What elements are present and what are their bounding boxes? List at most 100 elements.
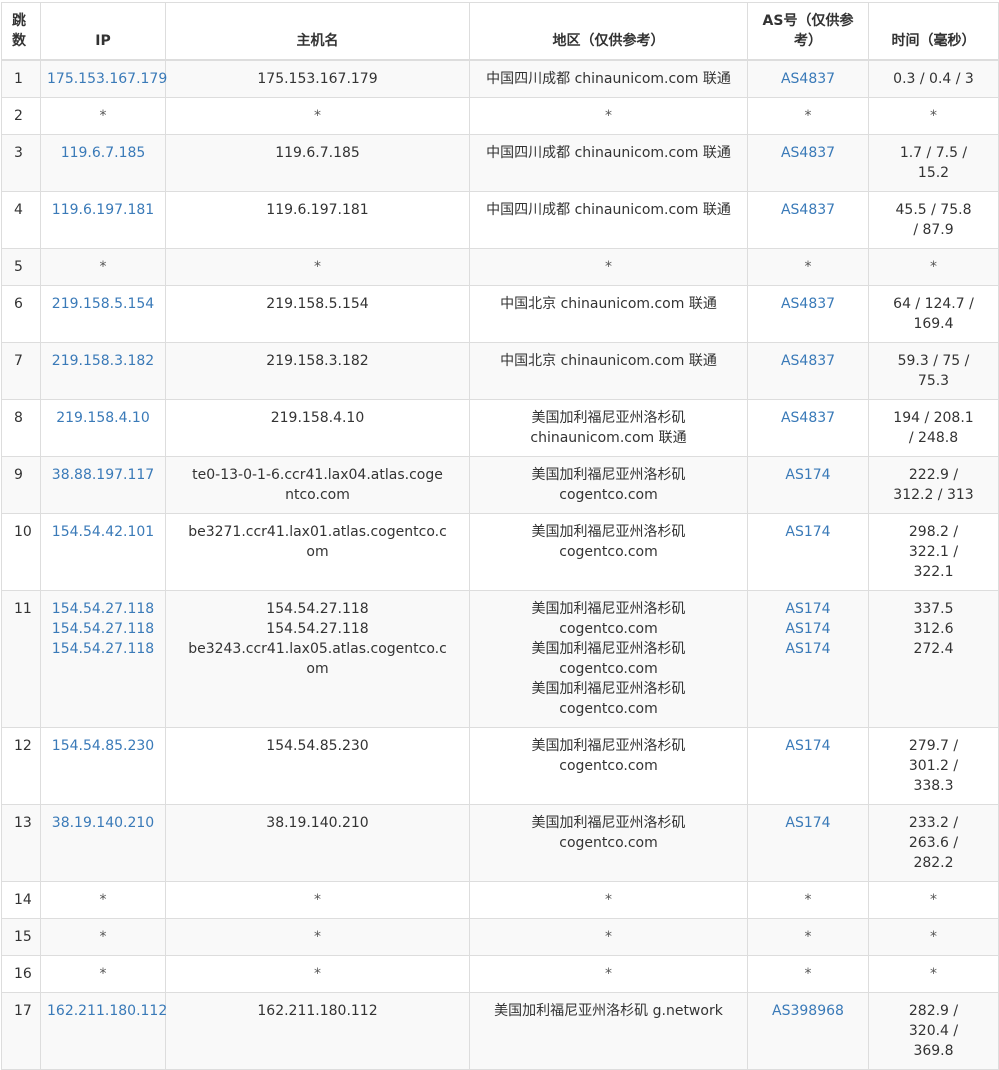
cell-time: 233.2 / 263.6 / 282.2 bbox=[868, 804, 999, 882]
cell-as-text[interactable]: AS174 bbox=[754, 599, 862, 619]
cell-ip-text[interactable]: 119.6.197.181 bbox=[47, 200, 159, 220]
cell-time: 59.3 / 75 / 75.3 bbox=[868, 342, 999, 400]
cell-as: * bbox=[747, 955, 869, 993]
cell-time-text: 298.2 / 322.1 / 322.1 bbox=[908, 524, 959, 580]
cell-ip: * bbox=[40, 248, 166, 286]
traceroute-table: 跳数 IP 主机名 地区（仅供参考） AS号（仅供参考） 时间（毫秒） 1 175… bbox=[1, 2, 999, 1070]
cell-region: 中国四川成都 chinaunicom.com 联通 bbox=[469, 59, 748, 98]
cell-as-text[interactable]: AS4837 bbox=[754, 200, 862, 220]
cell-time: * bbox=[868, 97, 999, 135]
cell-hostname-text: * bbox=[314, 966, 321, 982]
cell-ip-text[interactable]: 219.158.4.10 bbox=[47, 408, 159, 428]
cell-as-text[interactable]: AS4837 bbox=[754, 69, 862, 89]
cell-time: * bbox=[868, 881, 999, 919]
table-row: 6 219.158.5.154 219.158.5.154 中国北京 chinauni… bbox=[1, 285, 999, 343]
cell-region: * bbox=[469, 97, 748, 135]
cell-hostname: 38.19.140.210 bbox=[165, 804, 470, 882]
cell-ip: 154.54.27.118 154.54.27.118 154.54.27.118 bbox=[40, 590, 166, 728]
cell-as-text[interactable]: AS174 bbox=[754, 639, 862, 659]
cell-as: AS4837 bbox=[747, 59, 869, 98]
cell-ip: * bbox=[40, 881, 166, 919]
cell-as-text[interactable]: AS174 bbox=[754, 465, 862, 485]
cell-hostname-text: * bbox=[314, 929, 321, 945]
cell-time-text: 64 / 124.7 / 169.4 bbox=[893, 296, 974, 332]
cell-as: AS4837 bbox=[747, 399, 869, 457]
cell-time-text: 59.3 / 75 / 75.3 bbox=[897, 353, 970, 389]
cell-hostname-text: be3243.ccr41.lax05.atlas.cogentco.com bbox=[188, 641, 447, 677]
cell-hostname-text: 175.153.167.179 bbox=[257, 71, 378, 87]
table-row: 3 119.6.7.185 119.6.7.185 中国四川成都 chinaunico… bbox=[1, 134, 999, 192]
cell-region: * bbox=[469, 955, 748, 993]
cell-ip-text: * bbox=[99, 108, 107, 124]
cell-hop-text: 13 bbox=[14, 815, 32, 831]
cell-as-text[interactable]: AS398968 bbox=[754, 1001, 862, 1021]
cell-as: AS4837 bbox=[747, 342, 869, 400]
cell-hop: 11 bbox=[1, 590, 41, 728]
cell-as-text[interactable]: AS4837 bbox=[754, 351, 862, 371]
cell-hop: 5 bbox=[1, 248, 41, 286]
cell-as-text[interactable]: AS4837 bbox=[754, 143, 862, 163]
cell-ip: * bbox=[40, 955, 166, 993]
cell-region-text: 美国加利福尼亚州洛杉矶 cogentco.com bbox=[531, 815, 686, 851]
cell-as-text[interactable]: AS174 bbox=[754, 619, 862, 639]
cell-ip-text: * bbox=[99, 929, 107, 945]
cell-time: * bbox=[868, 918, 999, 956]
table-row: 5 * * * * * bbox=[1, 248, 999, 286]
cell-region-text: 美国加利福尼亚州洛杉矶 cogentco.com bbox=[531, 641, 686, 677]
cell-as-text[interactable]: AS174 bbox=[754, 736, 862, 756]
cell-hostname: 154.54.27.118 154.54.27.118 be3243.ccr41.l… bbox=[165, 590, 470, 728]
cell-hop-text: 9 bbox=[14, 467, 23, 483]
cell-time: 1.7 / 7.5 / 15.2 bbox=[868, 134, 999, 192]
cell-region-text: 美国加利福尼亚州洛杉矶 cogentco.com bbox=[531, 601, 686, 637]
cell-ip-text[interactable]: 154.54.85.230 bbox=[47, 736, 159, 756]
cell-ip-text[interactable]: 119.6.7.185 bbox=[47, 143, 159, 163]
cell-time: * bbox=[868, 955, 999, 993]
cell-ip-text[interactable]: 175.153.167.179 bbox=[47, 69, 167, 89]
cell-time-text: 0.3 / 0.4 / 3 bbox=[893, 71, 974, 87]
table-row: 12 154.54.85.230 154.54.85.230 美国加利福尼亚州洛杉矶 … bbox=[1, 727, 999, 805]
cell-hop-text: 11 bbox=[14, 601, 32, 617]
cell-time-text: * bbox=[930, 966, 937, 982]
cell-region: 中国四川成都 chinaunicom.com 联通 bbox=[469, 191, 748, 249]
cell-ip: 154.54.85.230 bbox=[40, 727, 166, 805]
cell-ip-text[interactable]: 162.211.180.112 bbox=[47, 1001, 167, 1021]
cell-hostname-text: * bbox=[314, 892, 321, 908]
cell-region-text: 中国四川成都 chinaunicom.com 联通 bbox=[486, 202, 731, 218]
cell-ip: 219.158.5.154 bbox=[40, 285, 166, 343]
cell-as-text[interactable]: AS174 bbox=[754, 522, 862, 542]
cell-hostname: * bbox=[165, 248, 470, 286]
cell-ip-text[interactable]: 154.54.27.118 bbox=[47, 619, 159, 639]
table-row: 17 162.211.180.112 162.211.180.112 美国加利福尼亚州… bbox=[1, 992, 999, 1070]
cell-hop: 10 bbox=[1, 513, 41, 591]
cell-region-text: 美国加利福尼亚州洛杉矶 cogentco.com bbox=[531, 738, 686, 774]
cell-time: * bbox=[868, 248, 999, 286]
cell-region-text: 美国加利福尼亚州洛杉矶 g.network bbox=[494, 1003, 723, 1019]
cell-ip-text[interactable]: 154.54.27.118 bbox=[47, 599, 159, 619]
cell-region: 中国北京 chinaunicom.com 联通 bbox=[469, 342, 748, 400]
cell-as-text[interactable]: AS174 bbox=[754, 813, 862, 833]
cell-hostname: 219.158.3.182 bbox=[165, 342, 470, 400]
cell-as-text: * bbox=[804, 892, 812, 908]
cell-region-text: * bbox=[605, 259, 612, 275]
cell-as: * bbox=[747, 881, 869, 919]
cell-time-text: 272.4 bbox=[913, 641, 954, 657]
cell-as-text[interactable]: AS4837 bbox=[754, 294, 862, 314]
cell-as: * bbox=[747, 248, 869, 286]
cell-ip-text[interactable]: 38.19.140.210 bbox=[47, 813, 159, 833]
cell-ip-text[interactable]: 219.158.3.182 bbox=[47, 351, 159, 371]
cell-hostname: be3271.ccr41.lax01.atlas.cogentco.com bbox=[165, 513, 470, 591]
cell-hop: 15 bbox=[1, 918, 41, 956]
cell-ip-text: * bbox=[99, 892, 107, 908]
cell-ip-text[interactable]: 219.158.5.154 bbox=[47, 294, 159, 314]
cell-region: 中国北京 chinaunicom.com 联通 bbox=[469, 285, 748, 343]
cell-as-text[interactable]: AS4837 bbox=[754, 408, 862, 428]
cell-as: AS174 bbox=[747, 727, 869, 805]
table-row: 9 38.88.197.117 te0-13-0-1-6.ccr41.lax04.a… bbox=[1, 456, 999, 514]
cell-time-text: * bbox=[930, 259, 937, 275]
cell-region: * bbox=[469, 248, 748, 286]
cell-ip-text[interactable]: 154.54.27.118 bbox=[47, 639, 159, 659]
cell-ip-text[interactable]: 154.54.42.101 bbox=[47, 522, 159, 542]
cell-ip-text[interactable]: 38.88.197.117 bbox=[47, 465, 159, 485]
cell-region-text: 中国北京 chinaunicom.com 联通 bbox=[500, 296, 717, 312]
cell-hop-text: 16 bbox=[14, 966, 32, 982]
